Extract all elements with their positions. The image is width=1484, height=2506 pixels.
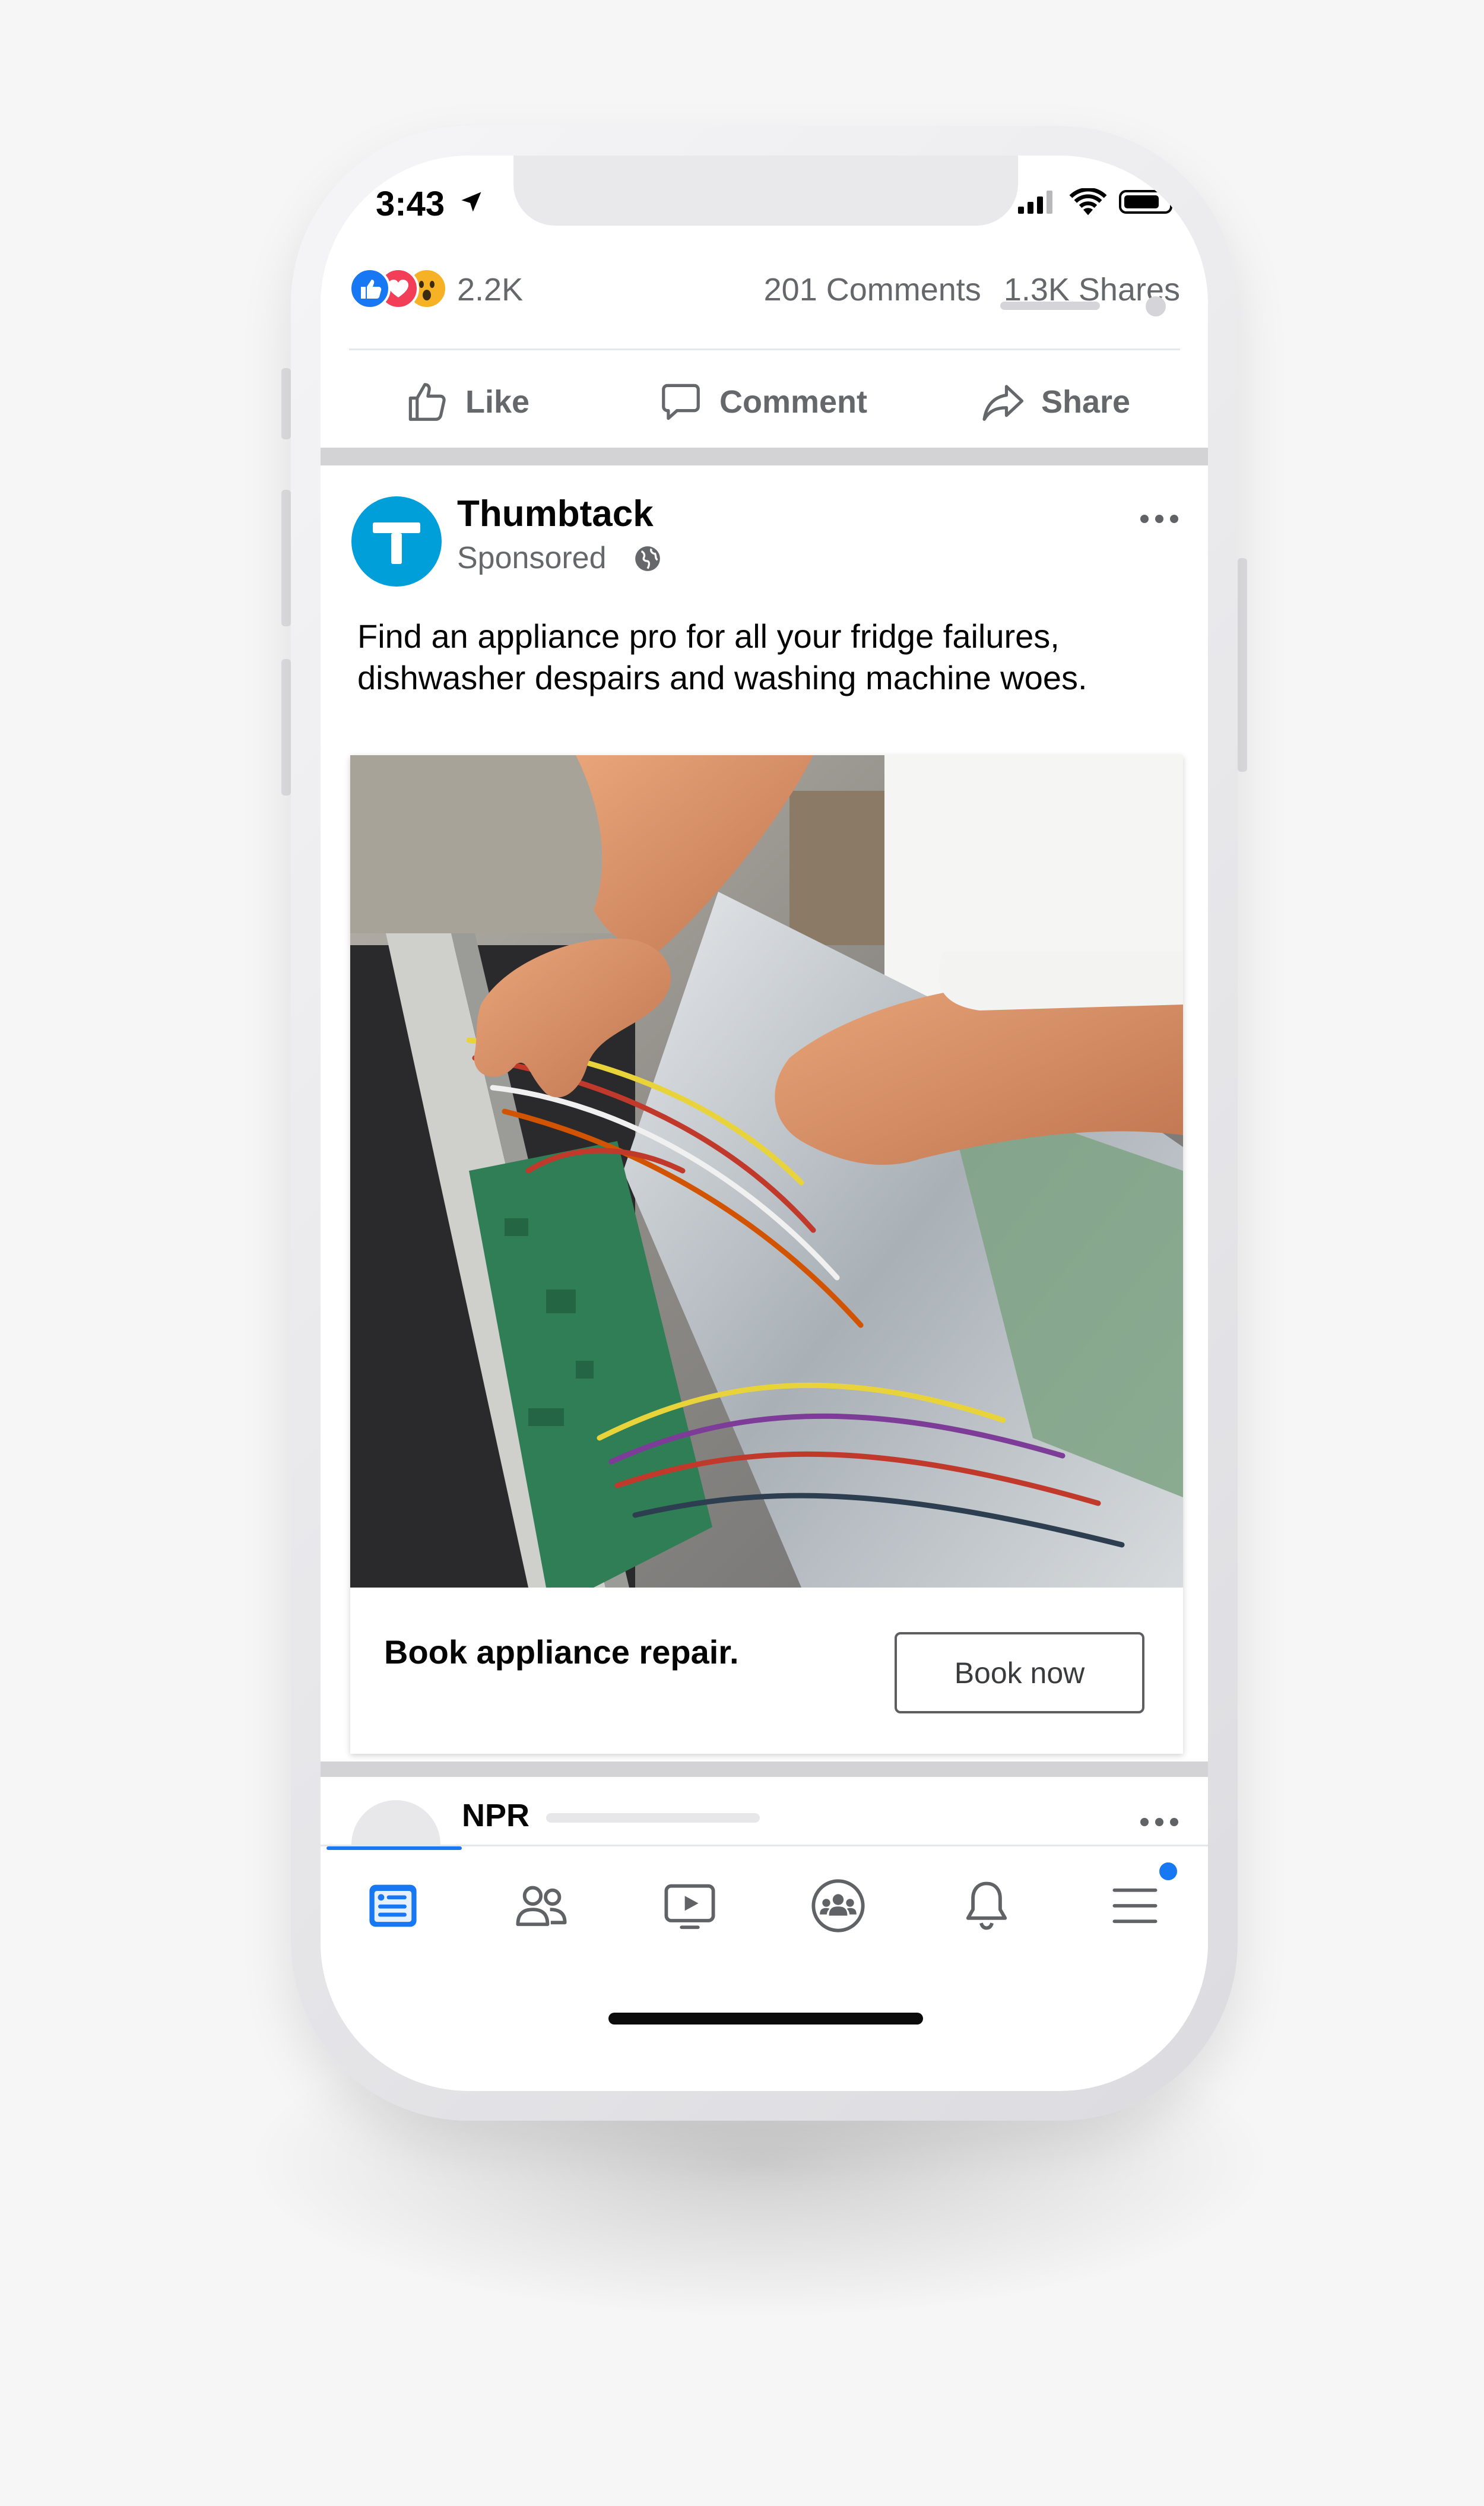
phone-screen: 3:43 2.2K 201 Comments 1.3K Shares Like …: [321, 156, 1208, 2091]
tab-groups[interactable]: [803, 1870, 874, 1941]
share-arrow-icon: [982, 385, 1024, 421]
thumbtack-logo-icon: [373, 522, 420, 564]
menu-icon: [1112, 1888, 1158, 1924]
status-time: 3:43: [376, 185, 445, 223]
news-feed-icon: [369, 1884, 417, 1927]
like-reaction-icon: [349, 268, 391, 309]
feed-separator: [321, 1762, 1208, 1777]
stage: 3:43 2.2K 201 Comments 1.3K Shares Like …: [0, 0, 1484, 2506]
front-camera: [1146, 296, 1166, 316]
cta-headline: Book appliance repair.: [384, 1633, 739, 1671]
divider: [349, 349, 1180, 350]
share-button[interactable]: Share: [979, 372, 1130, 432]
ad-card[interactable]: Book appliance repair. Book now: [350, 755, 1183, 1754]
reactions-summary[interactable]: 2.2K 201 Comments 1.3K Shares: [349, 259, 1180, 319]
volume-up-button: [281, 490, 291, 626]
post-text-line-2: dishwasher despairs and washing machine …: [357, 659, 1087, 696]
sponsored-label[interactable]: Sponsored: [457, 540, 607, 576]
post-text-line-1: Find an appliance pro for all your fridg…: [357, 617, 1060, 655]
menu-notification-dot: [1159, 1862, 1177, 1880]
location-arrow-icon: [461, 192, 481, 212]
appliance-repair-illustration: [350, 755, 1183, 1588]
active-tab-indicator: [326, 1846, 462, 1850]
comment-label: Comment: [719, 384, 868, 420]
bottom-tab-bar: [321, 1845, 1208, 1989]
post-text: Find an appliance pro for all your fridg…: [357, 616, 1159, 699]
notch: [513, 156, 1018, 226]
watch-icon: [664, 1884, 715, 1930]
reaction-count: 2.2K: [457, 272, 524, 308]
comment-bubble-icon: [662, 384, 700, 420]
wifi-icon: [1069, 188, 1107, 216]
battery-icon: [1119, 190, 1177, 214]
next-post-page-name[interactable]: NPR: [462, 1797, 529, 1834]
notifications-icon: [966, 1881, 1007, 1930]
more-options-icon[interactable]: [1139, 1815, 1180, 1829]
book-now-button[interactable]: Book now: [895, 1632, 1144, 1713]
tab-friends[interactable]: [506, 1870, 577, 1941]
home-indicator[interactable]: [608, 2013, 923, 2025]
like-button[interactable]: Like: [404, 372, 529, 432]
tab-news-feed[interactable]: [357, 1870, 429, 1941]
next-post-meta-placeholder: [546, 1813, 760, 1823]
power-button: [1238, 558, 1247, 772]
more-options-icon[interactable]: [1139, 512, 1180, 526]
like-label: Like: [465, 384, 530, 420]
thumbtack-avatar[interactable]: [351, 496, 442, 587]
post-stats: 201 Comments 1.3K Shares: [764, 271, 1180, 308]
thumbs-up-icon: [408, 383, 446, 421]
appliance-repair-image[interactable]: [350, 755, 1183, 1588]
tab-menu[interactable]: [1099, 1870, 1171, 1941]
mute-switch: [281, 368, 291, 439]
cellular-signal-icon: [1018, 191, 1052, 214]
share-label: Share: [1041, 384, 1131, 420]
phone-frame: 3:43 2.2K 201 Comments 1.3K Shares Like …: [291, 126, 1238, 2121]
comment-button[interactable]: Comment: [658, 372, 867, 432]
globe-icon: [635, 546, 660, 571]
comments-count-link[interactable]: 201 Comments: [764, 272, 981, 308]
friends-icon: [516, 1886, 567, 1927]
earpiece-speaker: [1000, 302, 1100, 310]
feed-separator: [321, 448, 1208, 465]
groups-icon: [811, 1879, 865, 1932]
tab-watch[interactable]: [654, 1870, 725, 1941]
page-name[interactable]: Thumbtack: [457, 493, 654, 535]
volume-down-button: [281, 659, 291, 796]
tab-notifications[interactable]: [951, 1870, 1022, 1941]
